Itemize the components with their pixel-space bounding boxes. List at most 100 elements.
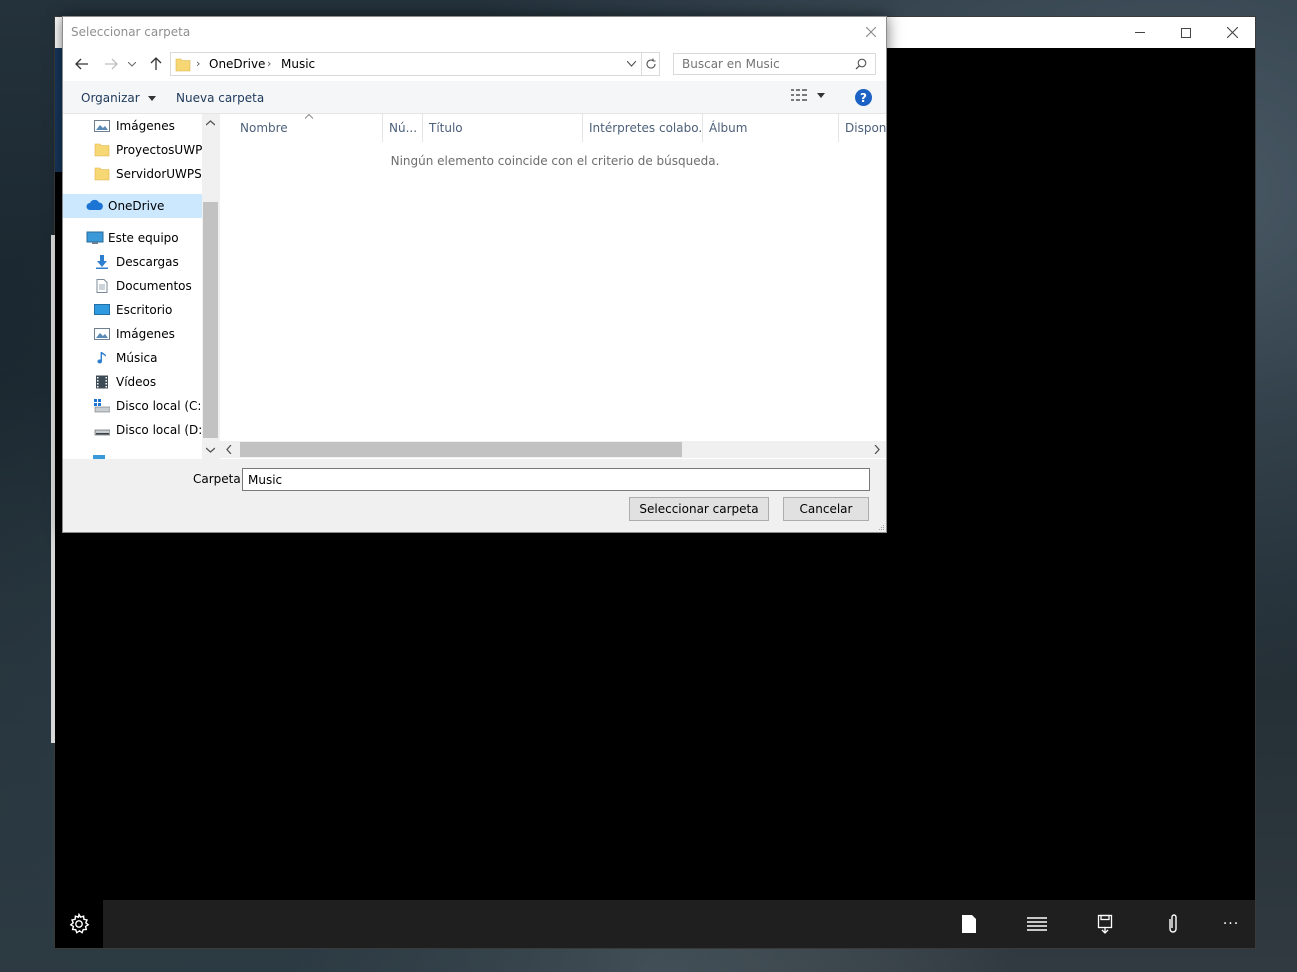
tree-item-videos[interactable]: Vídeos bbox=[63, 370, 202, 394]
list-button[interactable] bbox=[1013, 900, 1061, 948]
tree-item-descargas[interactable]: Descargas bbox=[63, 250, 202, 274]
drive-icon bbox=[94, 423, 111, 437]
close-icon bbox=[866, 27, 876, 37]
breadcrumb-music[interactable]: Music bbox=[281, 57, 315, 71]
breadcrumb-onedrive[interactable]: OneDrive bbox=[209, 57, 265, 71]
tree-item-label: Música bbox=[116, 351, 158, 365]
network-icon bbox=[91, 449, 107, 459]
file-list-scroll-thumb[interactable] bbox=[240, 442, 682, 457]
tree-item-label: Disco local (D:) bbox=[116, 423, 202, 437]
tree-item-servidoruwpsoc[interactable]: ServidorUWPSoc bbox=[63, 162, 202, 186]
settings-button[interactable] bbox=[55, 900, 103, 948]
column-header-nombre[interactable]: Nombre bbox=[234, 114, 383, 142]
folder-name-input[interactable] bbox=[242, 468, 870, 491]
chevron-down-icon bbox=[128, 61, 136, 67]
folder-label: Carpeta: bbox=[193, 472, 245, 486]
tree-item-label: Imágenes bbox=[116, 119, 175, 133]
tree-item-partial[interactable] bbox=[63, 444, 202, 459]
tree-item-label: OneDrive bbox=[108, 199, 165, 213]
refresh-button[interactable] bbox=[641, 53, 660, 75]
tree-item-musica[interactable]: Música bbox=[63, 346, 202, 370]
desktop-icon bbox=[94, 303, 110, 317]
breadcrumb-separator-icon: › bbox=[267, 57, 272, 70]
folder-icon bbox=[175, 58, 191, 72]
maximize-button[interactable] bbox=[1163, 17, 1209, 48]
tree-item-label: Imágenes bbox=[116, 327, 175, 341]
up-button[interactable] bbox=[145, 54, 167, 74]
tree-item-escritorio[interactable]: Escritorio bbox=[63, 298, 202, 322]
help-icon[interactable]: ? bbox=[855, 89, 872, 106]
recent-locations-button[interactable] bbox=[125, 54, 139, 74]
pictures-icon bbox=[94, 327, 110, 341]
column-header-disponible[interactable]: Disponi bbox=[839, 114, 886, 142]
empty-results-message: Ningún elemento coincide con el criterio… bbox=[390, 154, 720, 168]
scroll-right-icon bbox=[874, 445, 880, 454]
save-button[interactable] bbox=[1081, 900, 1129, 948]
page-button[interactable] bbox=[945, 900, 993, 948]
documents-icon bbox=[94, 279, 110, 293]
new-folder-button[interactable]: Nueva carpeta bbox=[176, 91, 264, 105]
address-bar[interactable]: › OneDrive › Music bbox=[170, 52, 660, 76]
column-header-interpretes[interactable]: Intérpretes colabo... bbox=[583, 114, 703, 142]
folder-icon bbox=[94, 167, 110, 181]
scroll-up-icon bbox=[206, 120, 215, 126]
view-options-button[interactable] bbox=[791, 89, 825, 101]
command-bar: Organizar Nueva carpeta ? bbox=[63, 81, 886, 114]
tree-item-label: Escritorio bbox=[116, 303, 173, 317]
computer-icon bbox=[86, 231, 104, 245]
tree-item-disco-d[interactable]: Disco local (D:) bbox=[63, 418, 202, 442]
close-window-button[interactable] bbox=[1209, 17, 1255, 48]
onedrive-icon bbox=[86, 199, 103, 213]
minimize-button[interactable] bbox=[1117, 17, 1163, 48]
tree-item-documentos[interactable]: Documentos bbox=[63, 274, 202, 298]
tree-item-label: ProyectosUWP bbox=[116, 143, 202, 157]
minimize-icon bbox=[1135, 32, 1145, 33]
close-icon bbox=[1226, 27, 1238, 38]
cancel-button[interactable]: Cancelar bbox=[783, 497, 869, 521]
search-box bbox=[673, 53, 876, 75]
nav-pane-scroll-thumb[interactable] bbox=[203, 202, 218, 438]
tree-item-imagenes-2[interactable]: Imágenes bbox=[63, 322, 202, 346]
up-arrow-icon bbox=[150, 57, 162, 70]
folder-icon bbox=[94, 143, 110, 157]
back-arrow-icon bbox=[75, 58, 88, 70]
file-list-horizontal-scrollbar[interactable] bbox=[220, 441, 886, 458]
more-button[interactable]: ··· bbox=[1207, 900, 1255, 948]
dialog-close-button[interactable] bbox=[856, 17, 886, 47]
navigation-pane: Imágenes ProyectosUWP ServidorUWPSoc One… bbox=[63, 114, 219, 459]
tree-item-onedrive[interactable]: OneDrive bbox=[63, 194, 202, 218]
column-header-album[interactable]: Álbum bbox=[703, 114, 839, 142]
tree-item-este-equipo[interactable]: Este equipo bbox=[63, 226, 202, 250]
more-icon: ··· bbox=[1222, 916, 1240, 932]
tree-item-label: Disco local (C:) bbox=[116, 399, 202, 413]
attach-button[interactable] bbox=[1149, 900, 1197, 948]
tree-item-disco-c[interactable]: Disco local (C:) bbox=[63, 394, 202, 418]
downloads-icon bbox=[94, 255, 110, 269]
page-icon bbox=[962, 915, 976, 933]
dialog-title: Seleccionar carpeta bbox=[71, 25, 191, 39]
address-dropdown-button[interactable] bbox=[622, 53, 640, 75]
maximize-icon bbox=[1181, 27, 1191, 38]
list-icon bbox=[1027, 917, 1047, 931]
column-header-titulo[interactable]: Título bbox=[423, 114, 583, 142]
organize-label: Organizar bbox=[81, 91, 140, 105]
tree-item-label: Descargas bbox=[116, 255, 179, 269]
back-button[interactable] bbox=[71, 54, 93, 74]
save-icon bbox=[1097, 914, 1113, 934]
scroll-left-icon bbox=[226, 445, 232, 454]
tree-item-imagenes[interactable]: Imágenes bbox=[63, 114, 202, 138]
column-header-numero[interactable]: Nú... bbox=[383, 114, 423, 142]
select-folder-dialog: Seleccionar carpeta › OneDrive › Music B… bbox=[62, 16, 887, 533]
select-folder-button[interactable]: Seleccionar carpeta bbox=[629, 497, 769, 521]
drive-c-icon bbox=[94, 399, 111, 413]
tree-item-proyectosuwp[interactable]: ProyectosUWP bbox=[63, 138, 202, 162]
videos-icon bbox=[94, 375, 110, 389]
file-list-pane: Nombre Nú... Título Intérpretes colabo..… bbox=[220, 114, 886, 459]
organize-button[interactable]: Organizar bbox=[81, 91, 156, 105]
resize-grip-icon[interactable] bbox=[877, 523, 885, 531]
tree-item-label: Vídeos bbox=[116, 375, 157, 389]
search-input[interactable] bbox=[682, 57, 852, 71]
forward-button[interactable] bbox=[100, 54, 122, 74]
nav-pane-scrollbar[interactable] bbox=[202, 114, 219, 459]
search-icon bbox=[855, 58, 867, 70]
